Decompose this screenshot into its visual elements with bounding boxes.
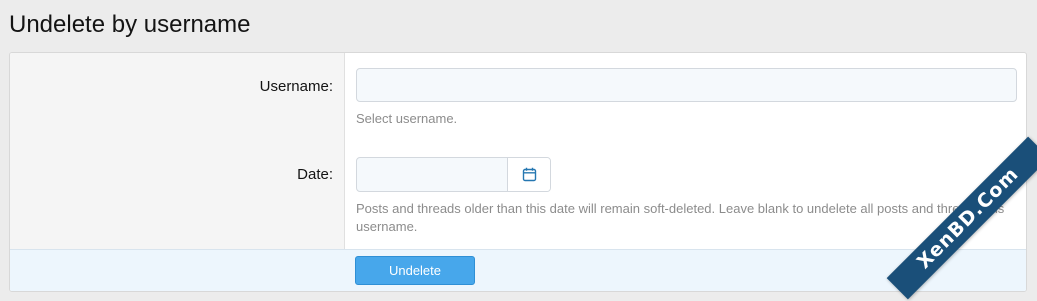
date-label: Date: bbox=[297, 166, 333, 183]
username-explain: Select username. bbox=[356, 111, 458, 126]
page-title: Undelete by username bbox=[9, 11, 251, 38]
username-input[interactable] bbox=[356, 68, 1017, 102]
undelete-form: Username: Select username. Date: Posts a… bbox=[9, 52, 1027, 292]
date-input[interactable] bbox=[357, 158, 507, 191]
calendar-icon bbox=[522, 167, 537, 182]
date-picker-button[interactable] bbox=[507, 158, 550, 191]
submit-row: Undelete bbox=[10, 249, 1026, 291]
date-field bbox=[356, 157, 551, 192]
date-explain: Posts and threads older than this date w… bbox=[356, 201, 1005, 234]
undelete-button[interactable]: Undelete bbox=[355, 256, 475, 285]
username-label: Username: bbox=[259, 78, 333, 95]
